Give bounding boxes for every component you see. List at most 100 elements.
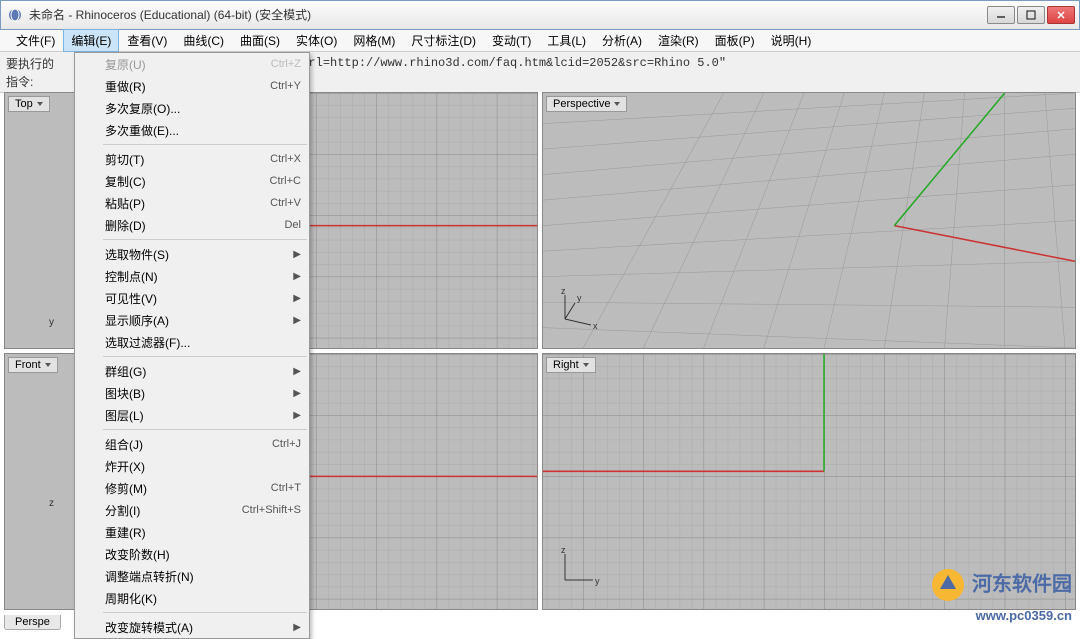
menu-dimension[interactable]: 尺寸标注(D) [403,29,484,52]
menu-item-label: 复原(U) [105,56,271,73]
menu-transform[interactable]: 变动(T) [484,29,539,52]
menu-tools[interactable]: 工具(L) [539,29,594,52]
menu-separator [103,612,307,613]
menu-item[interactable]: 删除(D)Del [75,214,309,236]
menu-item-label: 显示顺序(A) [105,312,301,329]
menu-panels[interactable]: 面板(P) [707,29,763,52]
menu-item-label: 剪切(T) [105,151,270,168]
menu-item-label: 改变旋转模式(A) [105,619,301,636]
maximize-button[interactable] [1017,6,1045,24]
menu-item-label: 图块(B) [105,385,301,402]
menu-item[interactable]: 周期化(K) [75,587,309,609]
window-title: 未命名 - Rhinoceros (Educational) (64-bit) … [29,6,987,25]
submenu-arrow-icon: ▶ [293,622,301,633]
chevron-down-icon [37,102,43,106]
menu-item[interactable]: 重建(R) [75,521,309,543]
menu-item-label: 粘贴(P) [105,195,270,212]
menu-item-shortcut: Ctrl+Shift+S [242,504,301,516]
svg-text:y: y [49,317,54,328]
chevron-down-icon [614,102,620,106]
menu-help[interactable]: 说明(H) [763,29,820,52]
menu-item[interactable]: 选取物件(S)▶ [75,243,309,265]
menu-edit[interactable]: 编辑(E) [63,29,119,52]
svg-text:x: x [593,321,598,331]
submenu-arrow-icon: ▶ [293,315,301,326]
watermark-url: www.pc0359.cn [976,608,1072,623]
menu-item[interactable]: 重做(R)Ctrl+Y [75,75,309,97]
chevron-down-icon [583,363,589,367]
menu-solid[interactable]: 实体(O) [288,29,345,52]
menu-item-label: 改变阶数(H) [105,546,301,563]
viewport-perspective[interactable]: Perspective x y z [542,92,1076,349]
menu-item[interactable]: 复制(C)Ctrl+C [75,170,309,192]
viewport-grid [543,93,1075,348]
menu-item-label: 可见性(V) [105,290,301,307]
menu-item[interactable]: 剪切(T)Ctrl+X [75,148,309,170]
menu-item-label: 组合(J) [105,436,272,453]
menu-render[interactable]: 渲染(R) [650,29,707,52]
menu-item[interactable]: 选取过滤器(F)... [75,331,309,353]
menubar: 文件(F)编辑(E)查看(V)曲线(C)曲面(S)实体(O)网格(M)尺寸标注(… [0,30,1080,52]
submenu-arrow-icon: ▶ [293,366,301,377]
svg-text:z: z [561,546,566,555]
menu-item[interactable]: 群组(G)▶ [75,360,309,382]
menu-item[interactable]: 多次重做(E)... [75,119,309,141]
menu-analyze[interactable]: 分析(A) [594,29,650,52]
menu-item-label: 周期化(K) [105,590,301,607]
viewport-label-top[interactable]: Top [8,96,50,112]
menu-item[interactable]: 可见性(V)▶ [75,287,309,309]
menu-item[interactable]: 炸开(X) [75,455,309,477]
menu-file[interactable]: 文件(F) [8,29,63,52]
menu-item-label: 选取过滤器(F)... [105,334,301,351]
menu-item-shortcut: Del [284,219,301,231]
menu-item[interactable]: 多次复原(O)... [75,97,309,119]
menu-item[interactable]: 控制点(N)▶ [75,265,309,287]
menu-item[interactable]: 显示顺序(A)▶ [75,309,309,331]
viewport-label-text: Top [15,98,33,110]
watermark: 河东软件园 www.pc0359.cn [930,567,1072,626]
menu-item-shortcut: Ctrl+J [272,438,301,450]
menu-item-label: 修剪(M) [105,480,271,497]
submenu-arrow-icon: ▶ [293,388,301,399]
close-button[interactable] [1047,6,1075,24]
menu-item-label: 多次复原(O)... [105,100,301,117]
submenu-arrow-icon: ▶ [293,293,301,304]
menu-item[interactable]: 改变阶数(H) [75,543,309,565]
viewport-label-right[interactable]: Right [546,357,596,373]
menu-view[interactable]: 查看(V) [119,29,175,52]
menu-item-label: 调整端点转折(N) [105,568,301,585]
menu-item[interactable]: 调整端点转折(N) [75,565,309,587]
menu-item-label: 分割(I) [105,502,242,519]
axes-indicator-right: y z [553,546,601,599]
menu-item[interactable]: 修剪(M)Ctrl+T [75,477,309,499]
menu-item[interactable]: 图层(L)▶ [75,404,309,426]
svg-text:y: y [595,576,600,586]
menu-item[interactable]: 组合(J)Ctrl+J [75,433,309,455]
menu-item-shortcut: Ctrl+Y [270,80,301,92]
viewport-label-text: Right [553,359,579,371]
submenu-arrow-icon: ▶ [293,271,301,282]
menu-item[interactable]: 图块(B)▶ [75,382,309,404]
viewport-label-text: Front [15,359,41,371]
viewport-label-text: Perspective [553,98,610,110]
menu-item[interactable]: 粘贴(P)Ctrl+V [75,192,309,214]
svg-text:y: y [577,293,582,303]
menu-item-label: 选取物件(S) [105,246,301,263]
app-icon [7,7,23,23]
watermark-text: 河东软件园 [972,573,1072,595]
menu-surface[interactable]: 曲面(S) [232,29,288,52]
menu-curve[interactable]: 曲线(C) [175,29,232,52]
minimize-button[interactable] [987,6,1015,24]
menu-item-shortcut: Ctrl+T [271,482,301,494]
viewport-label-front[interactable]: Front [8,357,58,373]
menu-mesh[interactable]: 网格(M) [345,29,403,52]
menu-item[interactable]: 分割(I)Ctrl+Shift+S [75,499,309,521]
menu-item-shortcut: Ctrl+V [270,197,301,209]
viewport-label-perspective[interactable]: Perspective [546,96,627,112]
svg-text:z: z [49,498,54,509]
tab-perspective[interactable]: Perspe [4,615,61,630]
menu-item[interactable]: 改变旋转模式(A)▶ [75,616,309,638]
menu-item-shortcut: Ctrl+X [270,153,301,165]
edit-menu-dropdown: 复原(U)Ctrl+Z重做(R)Ctrl+Y多次复原(O)...多次重做(E).… [74,52,310,639]
submenu-arrow-icon: ▶ [293,249,301,260]
